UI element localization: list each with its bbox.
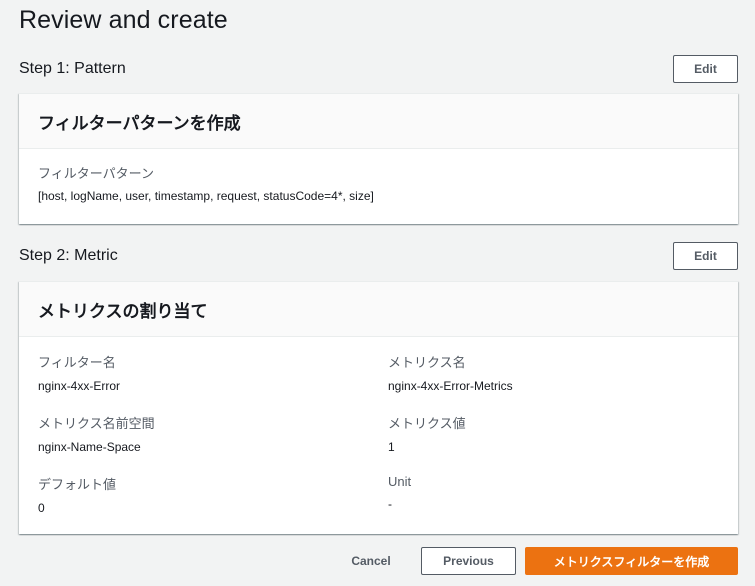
filter-name-label: フィルター名 — [38, 355, 116, 370]
metric-name-label: メトリクス名 — [388, 355, 466, 370]
filter-pattern-card: フィルターパターンを作成 フィルターパターン [host, logName, u… — [19, 93, 738, 224]
step1-header: Step 1: Pattern Edit — [19, 55, 738, 85]
metric-assignment-card: メトリクスの割り当て フィルター名 nginx-4xx-Error メトリクス名… — [19, 281, 738, 534]
create-metric-filter-button[interactable]: メトリクスフィルターを作成 — [525, 547, 738, 575]
page-title: Review and create — [19, 6, 228, 34]
default-value-value: 0 — [38, 501, 45, 515]
metric-assignment-card-title: メトリクスの割り当て — [19, 282, 738, 337]
default-value-label: デフォルト値 — [38, 477, 117, 492]
filter-pattern-card-title: フィルターパターンを作成 — [19, 94, 738, 149]
step1-title: Step 1: Pattern — [19, 60, 126, 77]
metric-value-field: メトリクス値 1 — [388, 413, 466, 454]
filter-pattern-value: [host, logName, user, timestamp, request… — [38, 189, 374, 203]
filter-pattern-label: フィルターパターン — [38, 166, 154, 181]
unit-field: Unit - — [388, 474, 411, 511]
metric-value-value: 1 — [388, 440, 395, 454]
step2-edit-button[interactable]: Edit — [673, 242, 738, 270]
filter-name-value: nginx-4xx-Error — [38, 379, 121, 393]
namespace-label: メトリクス名前空間 — [38, 416, 155, 431]
metric-value-label: メトリクス値 — [388, 416, 466, 431]
step1-edit-button[interactable]: Edit — [673, 55, 738, 83]
namespace-value: nginx-Name-Space — [38, 440, 141, 454]
metric-name-field: メトリクス名 nginx-4xx-Error-Metrics — [388, 352, 513, 393]
cancel-button[interactable]: Cancel — [340, 547, 402, 575]
default-value-field: デフォルト値 0 — [38, 474, 116, 515]
step2-header: Step 2: Metric Edit — [19, 242, 738, 272]
filter-name-field: フィルター名 nginx-4xx-Error — [38, 352, 120, 393]
previous-button[interactable]: Previous — [421, 547, 516, 575]
unit-label: Unit — [388, 474, 412, 489]
step2-title: Step 2: Metric — [19, 247, 118, 264]
unit-value: - — [388, 497, 392, 511]
metric-name-value: nginx-4xx-Error-Metrics — [388, 379, 513, 393]
namespace-field: メトリクス名前空間 nginx-Name-Space — [38, 413, 155, 454]
